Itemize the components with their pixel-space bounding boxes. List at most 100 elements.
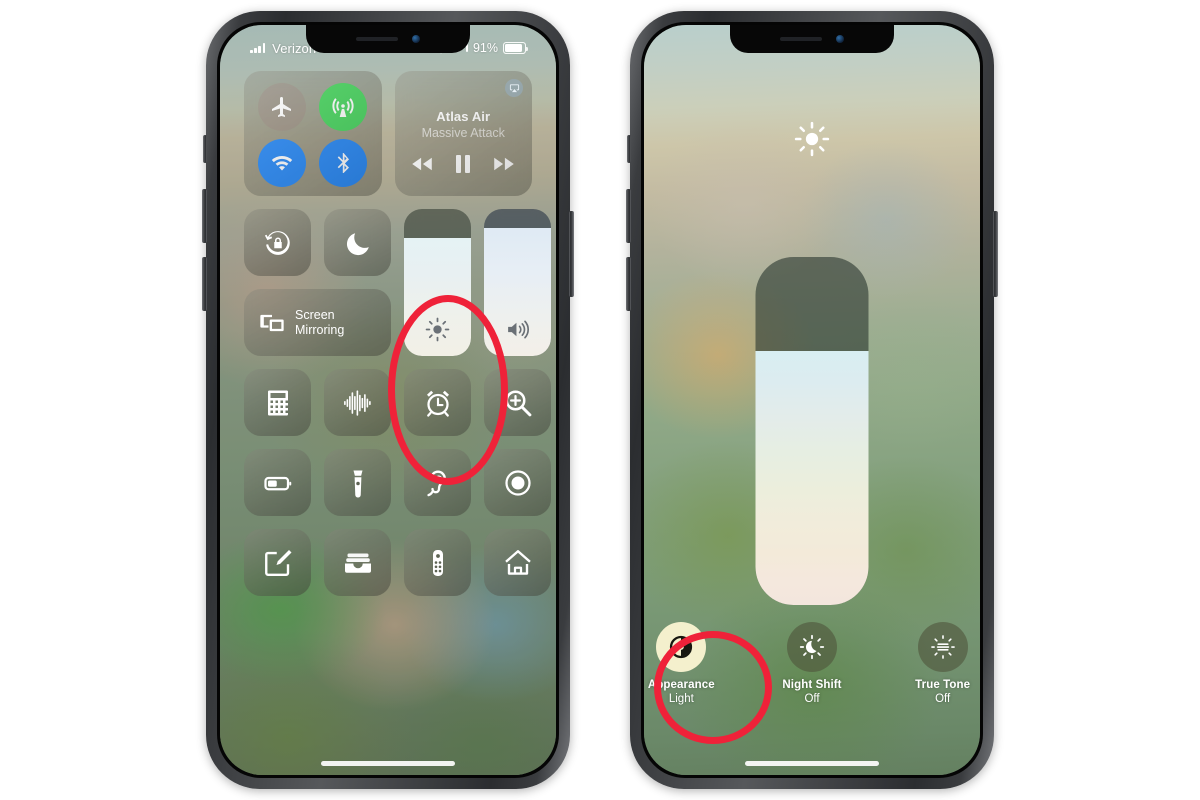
front-camera-icon (412, 35, 420, 43)
connectivity-module (244, 71, 382, 196)
iphone-left: Verizon 91% Atlas Air Massive Attack Scr… (202, 11, 574, 789)
do-not-disturb-toggle[interactable] (324, 209, 391, 276)
alarm-clock-icon (426, 390, 449, 417)
appearance-toggle-circle[interactable] (656, 622, 707, 672)
night-shift-state: Off (804, 693, 820, 705)
brightness-sun-icon (425, 317, 450, 342)
hearing-shortcut[interactable] (404, 449, 471, 516)
night-shift-icon (799, 634, 825, 660)
appearance-state: Light (668, 693, 694, 705)
expanded-brightness-slider[interactable] (755, 257, 869, 605)
low-power-mode-shortcut[interactable] (244, 449, 311, 516)
voice-memos-waveform-icon (343, 389, 371, 416)
home-shortcut[interactable] (484, 529, 551, 596)
true-tone-icon (930, 635, 955, 659)
magnifier-shortcut[interactable] (484, 369, 551, 436)
phone-bezel: Appearance Light Night Shift Off True To… (641, 22, 983, 778)
brightness-options-row: Appearance Light Night Shift Off True To… (644, 622, 980, 705)
screen-mirroring-button[interactable]: Screen Mirroring (244, 289, 391, 356)
fast-forward-icon[interactable] (493, 156, 515, 172)
night-shift-label: Night Shift (782, 679, 842, 691)
true-tone-label: True Tone (915, 679, 971, 691)
phone-bezel: Verizon 91% Atlas Air Massive Attack Scr… (217, 22, 559, 778)
remote-icon (432, 549, 443, 576)
volume-up-button[interactable] (626, 189, 631, 243)
battery-percent-label: 91% (472, 41, 498, 55)
bluetooth-toggle[interactable] (319, 139, 368, 187)
side-power-button[interactable] (569, 211, 574, 297)
ringer-switch-button[interactable] (203, 135, 207, 163)
rewind-icon[interactable] (411, 156, 433, 172)
timer-shortcut[interactable] (404, 369, 471, 436)
mirror-line-2: Mirroring (295, 322, 345, 337)
earpiece-speaker-icon (356, 37, 398, 41)
night-shift-toggle[interactable]: Night Shift Off (775, 622, 850, 705)
airplane-icon (272, 97, 292, 117)
volume-down-button[interactable] (626, 257, 631, 311)
cc-row-sliders: Screen Mirroring (244, 209, 551, 356)
side-power-button[interactable] (993, 211, 998, 297)
true-tone-state: Off (935, 693, 951, 705)
home-indicator-bar[interactable] (745, 761, 879, 766)
track-artist: Massive Attack (421, 125, 505, 140)
rotation-lock-toggle[interactable] (244, 209, 311, 276)
volume-down-button[interactable] (202, 257, 207, 311)
magnifier-icon (505, 390, 531, 416)
now-playing-module[interactable]: Atlas Air Massive Attack (394, 71, 532, 196)
notes-compose-icon (264, 549, 291, 576)
cellular-data-toggle[interactable] (319, 83, 368, 131)
hearing-ear-icon (426, 470, 446, 496)
brightness-header-icon (794, 121, 830, 162)
rotation-lock-icon (264, 230, 290, 255)
bluetooth-icon (337, 153, 350, 173)
moon-icon (346, 232, 369, 255)
wallet-shortcut[interactable] (324, 529, 391, 596)
screen-left: Verizon 91% Atlas Air Massive Attack Scr… (220, 25, 556, 775)
home-house-icon (504, 549, 531, 575)
flashlight-icon (353, 470, 362, 497)
screen-right: Appearance Light Night Shift Off True To… (644, 25, 980, 775)
screen-recording-shortcut[interactable] (484, 449, 551, 516)
appearance-label: Appearance (647, 679, 715, 691)
wifi-toggle[interactable] (258, 139, 307, 187)
battery-icon (503, 42, 529, 54)
front-camera-icon (836, 35, 844, 43)
airplay-icon (509, 83, 519, 92)
screen-mirroring-icon (260, 314, 284, 331)
volume-up-button[interactable] (202, 189, 207, 243)
transport-controls (411, 154, 515, 173)
volume-speaker-icon (508, 320, 529, 339)
screen-mirroring-label: Screen Mirroring (295, 308, 344, 337)
night-shift-toggle-circle[interactable] (787, 622, 837, 672)
calculator-icon (267, 390, 288, 415)
true-tone-toggle-circle[interactable] (917, 622, 968, 672)
apple-tv-remote-shortcut[interactable] (404, 529, 471, 596)
calculator-shortcut[interactable] (244, 369, 311, 436)
screen-record-icon (504, 469, 531, 496)
slider-group (404, 209, 551, 356)
home-indicator-bar[interactable] (321, 761, 455, 766)
cellular-antenna-icon (332, 98, 354, 117)
notch (306, 25, 470, 53)
brightness-slider[interactable] (404, 209, 471, 356)
control-center: Atlas Air Massive Attack Screen Mirrorin… (220, 71, 556, 775)
pause-icon[interactable] (455, 154, 471, 173)
low-power-battery-icon (263, 476, 291, 490)
airplane-mode-toggle[interactable] (258, 83, 307, 131)
shortcuts-grid (244, 369, 551, 596)
true-tone-toggle[interactable]: True Tone Off (905, 622, 980, 705)
earpiece-speaker-icon (780, 37, 822, 41)
wifi-icon (272, 155, 293, 171)
cc-row-top: Atlas Air Massive Attack (244, 71, 532, 196)
appearance-contrast-icon (670, 635, 693, 659)
airplay-button[interactable] (505, 79, 523, 97)
brightness-sun-icon (794, 121, 830, 157)
ringer-switch-button[interactable] (627, 135, 631, 163)
flashlight-shortcut[interactable] (324, 449, 391, 516)
voice-memos-shortcut[interactable] (324, 369, 391, 436)
notes-shortcut[interactable] (244, 529, 311, 596)
appearance-toggle[interactable]: Appearance Light (644, 622, 719, 705)
notch (730, 25, 894, 53)
iphone-right: Appearance Light Night Shift Off True To… (626, 11, 998, 789)
volume-slider[interactable] (484, 209, 551, 356)
